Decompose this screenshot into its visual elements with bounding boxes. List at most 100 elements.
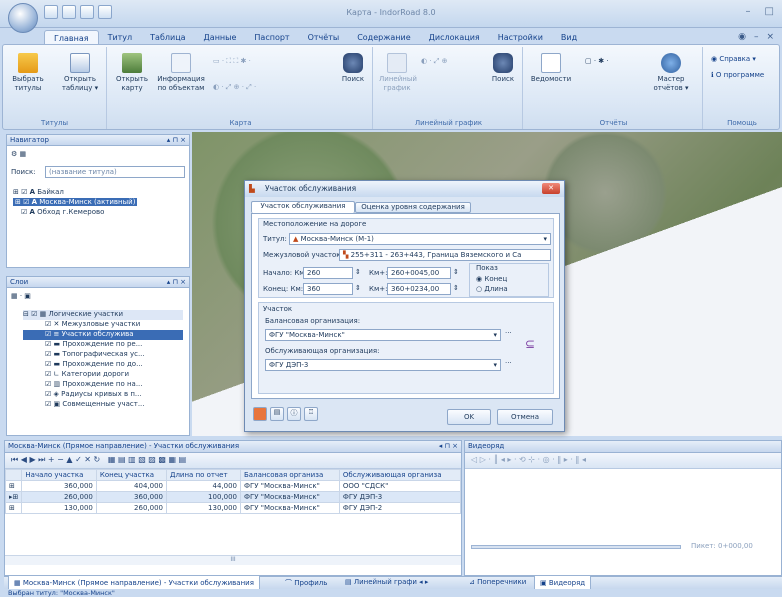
navigator-title: Навигатор ▴ ⊓ ×	[6, 134, 190, 146]
panel-pin-icon[interactable]: ▴ ⊓ ×	[167, 136, 186, 144]
zoom-tools-icon[interactable]: ▭ · ⛶ ⛶ ✱ ·	[213, 57, 251, 66]
copy-tool-icon[interactable]: ▤	[270, 407, 284, 421]
table-row[interactable]: ⊞ 360,000 404,000 44,000 ФГУ "Москва-Минск" О…	[4, 480, 462, 492]
status-bar: Выбран титул: "Москва-Минск"	[0, 589, 782, 597]
new-icon[interactable]	[44, 5, 58, 19]
navigator-search-input[interactable]: (название титула)	[45, 166, 185, 178]
spinner-icon[interactable]: ⇕	[453, 268, 459, 276]
dialog-tab-section[interactable]: Участок обслуживания	[251, 201, 355, 213]
grid-header-row: Начало участка Конец участка Длина по от…	[4, 469, 462, 481]
help-reference-button[interactable]: ◉ Справка ▾	[711, 55, 756, 63]
dialog-tab-evaluation[interactable]: Оценка уровня содержания	[355, 202, 471, 213]
about-button[interactable]: ℹ О программе	[711, 71, 764, 79]
layers-title: Слои ▴ ⊓ ×	[6, 276, 190, 288]
info-tool-icon[interactable]: ⓘ	[287, 407, 301, 421]
layer-item[interactable]: ☑ ∟ Категории дороги	[23, 370, 183, 380]
group-map: Открыть карту Информация по объектам ▭ ·…	[109, 47, 373, 129]
map-search-button[interactable]: Поиск	[337, 53, 369, 84]
panel-pin-icon[interactable]: ▴ ⊓ ×	[167, 278, 186, 286]
nav-item-moscow-minsk[interactable]: ⊞ ☑ A Москва-Минск (активный)	[13, 198, 138, 206]
dialog-icon: ▙	[249, 184, 255, 193]
video-toolbar[interactable]: ◁ ▷ · ║ ◂ ▸ · ⟲ ⊹ · ◎ · ‖ ▸ · ‖ ◂	[465, 453, 781, 469]
object-info-button[interactable]: Информация по объектам	[155, 53, 207, 93]
panel-pin-icon[interactable]: ◂ ⊓ ×	[439, 442, 458, 450]
grid-col-header[interactable]: Конец участка	[95, 469, 167, 481]
layer-item[interactable]: ☑ ✕ Межузловые участки	[23, 320, 183, 330]
expand-icon[interactable]: ⊞	[4, 480, 23, 492]
ribbon-minimize-icon[interactable]: –	[754, 32, 759, 42]
help-icon[interactable]: ◉	[738, 32, 746, 42]
open-table-button[interactable]: Открыть таблицу ▾	[57, 53, 103, 93]
expand-icon[interactable]: ⊞	[4, 502, 23, 514]
grid-hscrollbar[interactable]: III	[5, 555, 461, 565]
grid-col-header[interactable]: Начало участка	[21, 469, 97, 481]
layers-toolbar-icon[interactable]: ▦ · ▣	[11, 292, 31, 300]
layer-group[interactable]: ⊟ ☑ ▦ Логические участки	[23, 310, 183, 320]
service-org-select[interactable]: ФГУ ДЭП-3 ▾	[265, 359, 501, 371]
navigator-toolbar-icon[interactable]: ⚙ ▦	[11, 150, 26, 158]
expand-icon[interactable]: ▸⊞	[4, 491, 23, 503]
minimize-icon[interactable]: –	[746, 6, 751, 17]
group-help: ◉ Справка ▾ ℹ О программе Помощь	[705, 47, 779, 129]
interval-field[interactable]: ▚ 255+311 - 263+443, Граница Вяземского …	[339, 249, 551, 261]
layer-item[interactable]: ☑ ▬ Прохождение по до...	[23, 360, 183, 370]
balance-org-select[interactable]: ФГУ "Москва-Минск" ▾	[265, 329, 501, 341]
layer-item[interactable]: ☑ ▬ Прохождение по ре...	[23, 340, 183, 350]
layer-item[interactable]: ☑ ▬ Топографическая ус...	[23, 350, 183, 360]
report-tools-icon[interactable]: ▢ · ✱ ·	[585, 57, 609, 65]
plot-section: Участок Балансовая организация: ФГУ "Мос…	[258, 302, 554, 394]
grid-col-header[interactable]: Балансовая организа	[240, 469, 340, 481]
window-icon[interactable]	[98, 5, 112, 19]
video-slider[interactable]	[471, 545, 681, 549]
bottom-tab-linear[interactable]: ▤ Линейный графи ◂ ▸	[340, 575, 433, 589]
ok-button[interactable]: OK	[447, 409, 491, 425]
layer-item-selected[interactable]: ☑ ≡ Участки обслужива	[23, 330, 183, 340]
start-kmplus-input[interactable]: 260+0045,00	[387, 267, 451, 279]
table-row-selected[interactable]: ▸⊞ 260,000 360,000 100,000 ФГУ "Москва-Минск…	[4, 491, 462, 503]
open-icon[interactable]	[62, 5, 76, 19]
bottom-tab-cross-sections[interactable]: ⊿ Поперечники	[464, 575, 531, 589]
spinner-icon[interactable]: ⇕	[355, 284, 361, 292]
application-menu-button[interactable]	[8, 3, 38, 33]
table-tool-icon[interactable]	[253, 407, 267, 421]
pan-tools-icon[interactable]: ◐ · ⤢ ⊕ · ⤢ ·	[213, 83, 256, 92]
titul-select[interactable]: ▲ Москва-Минск (М-1) ▾	[289, 233, 551, 245]
bottom-tab-strip: ▦ Москва-Минск (Прямое направление) - Уч…	[4, 575, 782, 591]
save-icon[interactable]	[80, 5, 94, 19]
start-km-input[interactable]: 260	[303, 267, 353, 279]
radio-length[interactable]: ○ Длина	[476, 285, 508, 293]
layer-item[interactable]: ☑ ◈ Радиусы кривых в п...	[23, 390, 183, 400]
nav-item-baikal[interactable]: ⊞ ☑ A Байкал	[13, 188, 64, 196]
balance-more-button[interactable]: ···	[505, 329, 512, 337]
settings-tool-icon[interactable]: ♖	[304, 407, 318, 421]
dialog-tools: ▤ ⓘ ♖	[253, 407, 318, 421]
graph-tools-icon[interactable]: ◐ · ⤢ ⊕	[421, 57, 447, 66]
grid-col-header[interactable]: Обслуживающая организа	[338, 469, 462, 481]
report-master-button[interactable]: Мастер отчётов ▾	[645, 53, 697, 93]
select-titles-button[interactable]: Выбрать титулы	[7, 53, 49, 93]
grid-navigator-toolbar[interactable]: ⏮ ◀ ▶ ⏭ + − ▲ ✓ ✕ ↻ ▦ ▤ ▥ ▧ ▨ ▩ ▦ ▤	[5, 453, 461, 469]
close-icon[interactable]: ×	[766, 32, 774, 42]
line-graph-button[interactable]: Линейный график	[379, 53, 417, 93]
service-more-button[interactable]: ···	[505, 359, 512, 367]
end-km-input[interactable]: 360	[303, 283, 353, 295]
group-titles: Выбрать титулы Открыть таблицу ▾ Титулы	[3, 47, 107, 129]
layer-item[interactable]: ☑ ▣ Совмещенные участ...	[23, 400, 183, 410]
location-section: Местоположение на дороге Титул: ▲ Москва…	[258, 218, 554, 298]
layer-item[interactable]: ☑ ▥ Прохождение по на...	[23, 380, 183, 390]
help-controls: ◉ – ×	[738, 32, 774, 42]
grid-col-header[interactable]: Длина по отчет	[165, 469, 242, 481]
spinner-icon[interactable]: ⇕	[453, 284, 459, 292]
radio-end[interactable]: ◉ Конец	[476, 275, 507, 283]
spinner-icon[interactable]: ⇕	[355, 268, 361, 276]
table-row[interactable]: ⊞ 130,000 260,000 130,000 ФГУ "Москва-Минск"…	[4, 502, 462, 514]
dialog-close-button[interactable]: ✕	[542, 183, 560, 194]
nav-item-kemerovo[interactable]: ☑ A Обход г.Кемерово	[21, 208, 104, 216]
cancel-button[interactable]: Отмена	[497, 409, 553, 425]
graph-search-button[interactable]: Поиск	[487, 53, 519, 84]
open-map-button[interactable]: Открыть карту	[113, 53, 151, 93]
end-kmplus-input[interactable]: 360+0234,00	[387, 283, 451, 295]
maximize-icon[interactable]: □	[765, 6, 774, 17]
statements-button[interactable]: Ведомости	[529, 53, 573, 84]
link-icon[interactable]: ⊆	[525, 337, 535, 351]
